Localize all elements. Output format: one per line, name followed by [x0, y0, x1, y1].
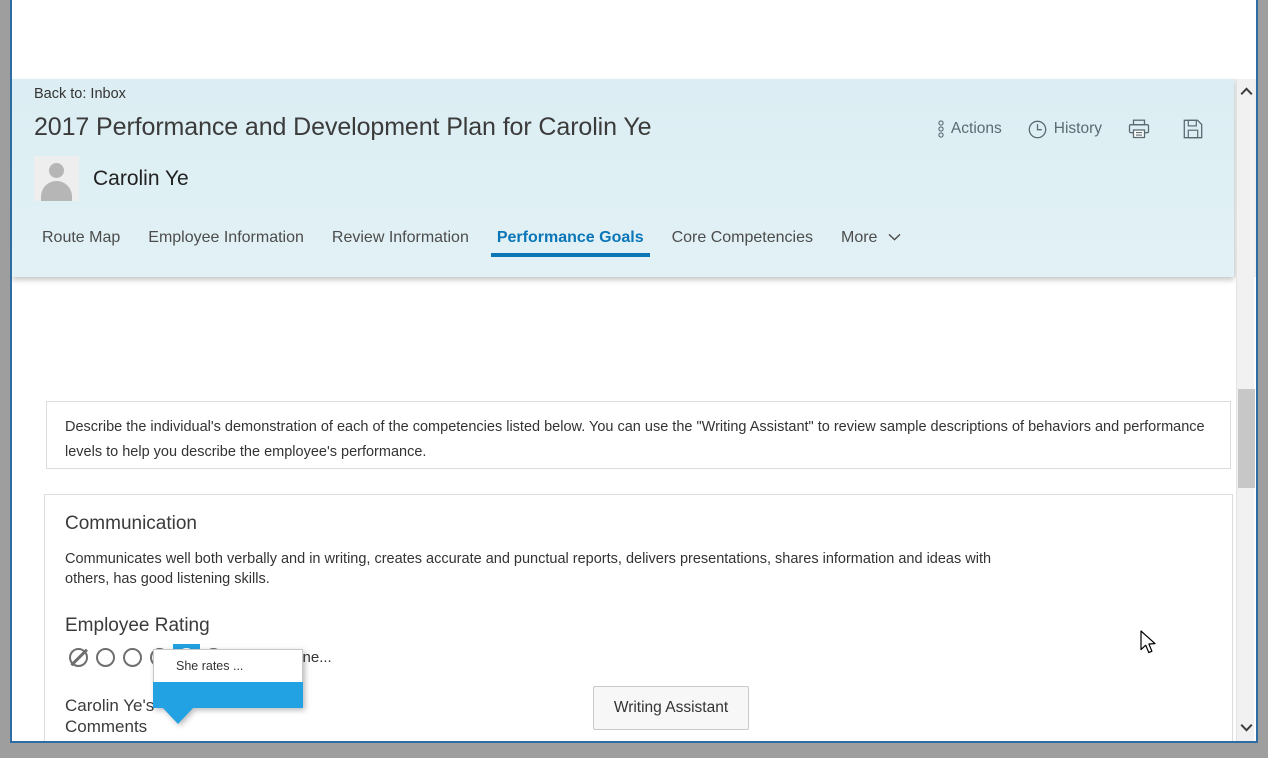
application-window: Use this section to evaluate each busine… — [10, 0, 1258, 743]
employee-rating-label: Employee Rating — [65, 615, 210, 636]
tab-bar: Route Map Employee Information Review In… — [34, 217, 1212, 261]
printer-icon — [1128, 119, 1150, 139]
tab-core-competencies[interactable]: Core Competencies — [658, 229, 827, 261]
scrollbar-thumb[interactable] — [1238, 389, 1255, 488]
employee-row: Carolin Ye — [34, 156, 1212, 201]
tab-employee-information[interactable]: Employee Information — [134, 229, 318, 261]
avatar — [34, 156, 79, 201]
header-toolbar: Actions History — [938, 119, 1210, 139]
rating-tooltip: She rates ... — [153, 649, 303, 724]
rating-tooltip-pointer — [162, 707, 194, 724]
actions-button[interactable]: Actions — [938, 120, 1002, 138]
actions-label: Actions — [950, 120, 1002, 137]
scroll-up-button[interactable] — [1237, 83, 1255, 101]
rating-tooltip-accent-bar — [153, 682, 303, 708]
tab-route-map[interactable]: Route Map — [34, 229, 134, 261]
print-button[interactable] — [1128, 119, 1157, 139]
competency-description: Communicates well both verbally and in w… — [65, 551, 992, 587]
clock-icon — [1028, 120, 1047, 139]
chevron-down-icon — [1239, 719, 1253, 737]
scroll-down-button[interactable] — [1237, 719, 1255, 737]
rating-tooltip-text: She rates ... — [153, 649, 303, 682]
chevron-down-icon — [888, 228, 901, 246]
rating-option-2[interactable] — [119, 644, 146, 671]
chevron-up-icon — [1239, 83, 1253, 101]
tab-review-information[interactable]: Review Information — [318, 229, 483, 261]
history-button[interactable]: History — [1028, 120, 1102, 139]
tab-more-label: More — [841, 229, 878, 246]
history-label: History — [1053, 120, 1102, 137]
circle-icon — [96, 647, 115, 667]
vertical-scrollbar[interactable] — [1236, 79, 1255, 741]
competency-instructions-card: Describe the individual's demonstration … — [46, 401, 1231, 469]
competency-instructions-text: Describe the individual's demonstration … — [65, 419, 1205, 460]
writing-assistant-button[interactable]: Writing Assistant — [593, 686, 749, 730]
avatar-body-shape — [41, 181, 72, 201]
window-bottom-strip — [0, 743, 1268, 758]
rating-option-1[interactable] — [92, 644, 119, 671]
rating-option-not-applicable[interactable] — [65, 644, 92, 671]
back-to-inbox-link[interactable]: Back to: Inbox — [34, 86, 126, 102]
tab-more[interactable]: More — [827, 228, 915, 261]
browser-toolbar-blank-area — [12, 0, 1256, 79]
document-header-panel: Back to: Inbox 2017 Performance and Deve… — [12, 79, 1234, 277]
avatar-head-shape — [49, 163, 64, 178]
tab-performance-goals[interactable]: Performance Goals — [483, 229, 658, 261]
competency-name: Communication — [65, 513, 197, 534]
employee-name: Carolin Ye — [93, 166, 189, 190]
vertical-dots-icon — [938, 120, 944, 138]
save-disk-icon — [1183, 119, 1203, 139]
circle-icon — [123, 647, 142, 667]
save-button[interactable] — [1183, 119, 1210, 139]
